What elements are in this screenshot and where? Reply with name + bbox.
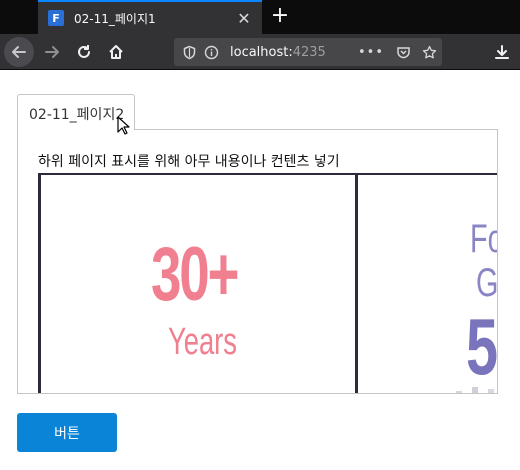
banner-card-2-number: 5 [466, 302, 498, 391]
download-icon [495, 45, 509, 59]
browser-tab-strip: F 02-11_페이지1 ✕ + [0, 0, 520, 34]
home-icon [109, 45, 123, 59]
reload-button[interactable] [70, 38, 98, 66]
mouse-cursor-icon [117, 116, 130, 135]
tab-title: 02-11_페이지1 [74, 11, 156, 26]
primary-button[interactable]: 버튼 [17, 413, 117, 452]
shield-icon[interactable] [178, 41, 200, 63]
bookmark-star-icon[interactable] [418, 41, 440, 63]
banner-card-1: 30+ Years [38, 175, 358, 393]
info-icon[interactable] [200, 41, 222, 63]
page-viewport: 02-11_페이지2 하위 페이지 표시를 위해 아무 내용이나 컨텐츠 넣기 … [0, 71, 520, 470]
banner-deco-graphic [456, 387, 494, 393]
panel-description: 하위 페이지 표시를 위해 아무 내용이나 컨텐츠 넣기 [38, 154, 340, 170]
url-bar[interactable]: localhost:4235 ••• [174, 38, 442, 66]
pocket-icon[interactable] [392, 41, 414, 63]
browser-tab[interactable]: F 02-11_페이지1 ✕ [38, 0, 262, 34]
close-tab-icon[interactable]: ✕ [232, 9, 256, 28]
url-text: localhost:4235 [230, 44, 326, 60]
banner-card-1-caption: Years [168, 321, 237, 363]
new-tab-button[interactable]: + [268, 2, 292, 32]
forward-arrow-icon [45, 46, 59, 58]
banner-card-2-line1: Fo [470, 217, 497, 261]
back-arrow-icon [12, 46, 26, 58]
browser-toolbar: localhost:4235 ••• [0, 34, 520, 70]
home-button[interactable] [102, 38, 130, 66]
back-button[interactable] [4, 37, 34, 67]
banner-image: 30+ Years Fo G 5 [38, 173, 498, 393]
tab-label: 02-11_페이지2 [29, 107, 125, 123]
forward-button[interactable] [38, 38, 66, 66]
downloads-button[interactable] [488, 38, 516, 66]
reload-icon [78, 45, 90, 58]
favicon-icon: F [48, 10, 64, 26]
tab-panel: 하위 페이지 표시를 위해 아무 내용이나 컨텐츠 넣기 30+ Years F… [17, 129, 498, 394]
banner-card-1-number: 30+ [151, 232, 240, 317]
page-actions-icon[interactable]: ••• [358, 45, 384, 60]
banner-card-2-line2: G [476, 261, 498, 305]
